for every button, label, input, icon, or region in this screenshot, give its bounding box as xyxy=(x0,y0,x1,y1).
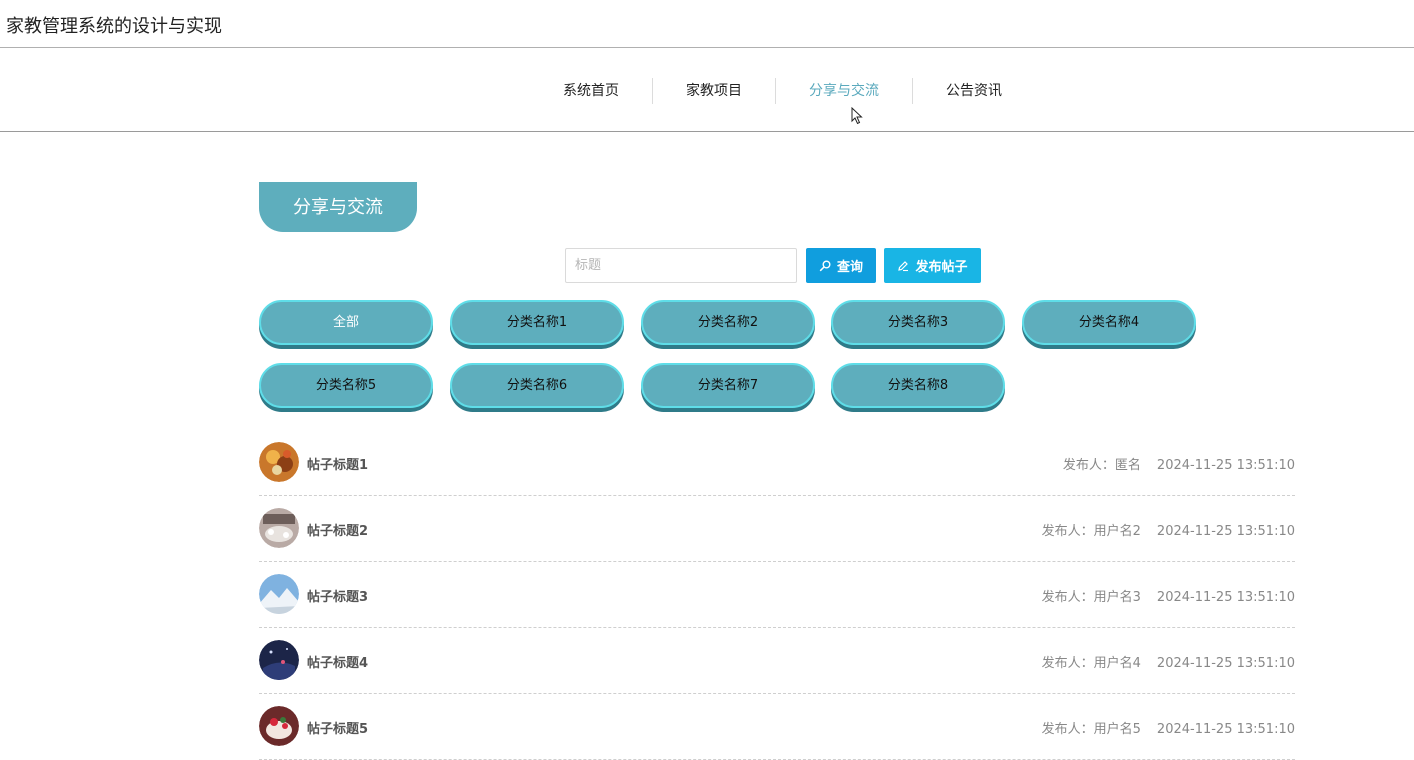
author-prefix: 发布人： xyxy=(1041,722,1094,737)
nav-item-share-exchange[interactable]: 分享与交流 xyxy=(776,77,913,104)
post-row[interactable]: 帖子标题3 发布人：用户名3 2024-11-25 13:51:10 xyxy=(259,562,1295,628)
post-title[interactable]: 帖子标题5 xyxy=(307,718,368,737)
post-meta: 发布人：用户名2 2024-11-25 13:51:10 xyxy=(1042,520,1295,539)
post-meta: 发布人：匿名 2024-11-25 13:51:10 xyxy=(1063,454,1295,473)
author-name: 匿名 xyxy=(1114,458,1141,473)
query-button[interactable]: 查询 xyxy=(806,248,876,283)
query-button-label: 查询 xyxy=(836,259,863,274)
post-author: 发布人：用户名4 xyxy=(1042,656,1141,671)
publish-post-label: 发布帖子 xyxy=(915,259,968,274)
author-name: 用户名2 xyxy=(1093,524,1141,539)
author-name: 用户名5 xyxy=(1093,722,1141,737)
cake-photo-icon xyxy=(259,706,299,746)
edit-pen-icon xyxy=(898,260,909,271)
author-prefix: 发布人： xyxy=(1041,656,1094,671)
post-author: 发布人：用户名5 xyxy=(1042,722,1141,737)
category-all-button[interactable]: 全部 xyxy=(259,300,433,345)
post-row[interactable]: 帖子标题2 发布人：用户名2 2024-11-25 13:51:10 xyxy=(259,496,1295,562)
author-name: 用户名4 xyxy=(1093,656,1141,671)
category-button-4[interactable]: 分类名称4 xyxy=(1022,300,1196,345)
post-time: 2024-11-25 13:51:10 xyxy=(1156,458,1295,473)
snow-mountain-photo-icon xyxy=(259,574,299,614)
food-photo-icon xyxy=(259,442,299,482)
nav-item-tutoring-projects[interactable]: 家教项目 xyxy=(653,77,776,104)
post-time: 2024-11-25 13:51:10 xyxy=(1156,590,1295,605)
dining-photo-icon xyxy=(259,508,299,548)
category-button-1[interactable]: 分类名称1 xyxy=(450,300,624,345)
post-author: 发布人：匿名 xyxy=(1063,458,1141,473)
site-title: 家教管理系统的设计与实现 xyxy=(6,16,222,37)
category-button-7[interactable]: 分类名称7 xyxy=(641,363,815,408)
author-prefix: 发布人： xyxy=(1041,524,1094,539)
search-icon xyxy=(819,260,831,271)
post-author: 发布人：用户名2 xyxy=(1042,524,1141,539)
nav-item-announcements[interactable]: 公告资讯 xyxy=(913,78,1035,104)
nav-items: 系统首页 家教项目 分享与交流 公告资讯 xyxy=(530,49,1035,132)
publish-post-button[interactable]: 发布帖子 xyxy=(884,248,981,283)
post-row[interactable]: 帖子标题4 发布人：用户名4 2024-11-25 13:51:10 xyxy=(259,628,1295,694)
post-row[interactable]: 帖子标题5 发布人：用户名5 2024-11-25 13:51:10 xyxy=(259,694,1295,760)
night-scene-photo-icon xyxy=(259,640,299,680)
author-name: 用户名3 xyxy=(1093,590,1141,605)
category-button-2[interactable]: 分类名称2 xyxy=(641,300,815,345)
category-button-5[interactable]: 分类名称5 xyxy=(259,363,433,408)
post-title[interactable]: 帖子标题2 xyxy=(307,520,368,539)
section-title-tab: 分享与交流 xyxy=(259,182,417,232)
post-meta: 发布人：用户名5 2024-11-25 13:51:10 xyxy=(1042,718,1295,737)
post-time: 2024-11-25 13:51:10 xyxy=(1156,656,1295,671)
top-header: 家教管理系统的设计与实现 xyxy=(0,0,1414,48)
main-nav: 系统首页 家教项目 分享与交流 公告资讯 xyxy=(0,49,1414,132)
post-time: 2024-11-25 13:51:10 xyxy=(1156,524,1295,539)
post-meta: 发布人：用户名3 2024-11-25 13:51:10 xyxy=(1042,586,1295,605)
post-title[interactable]: 帖子标题3 xyxy=(307,586,368,605)
nav-item-home[interactable]: 系统首页 xyxy=(530,77,653,104)
post-meta: 发布人：用户名4 2024-11-25 13:51:10 xyxy=(1042,652,1295,671)
post-row[interactable]: 帖子标题1 发布人：匿名 2024-11-25 13:51:10 xyxy=(259,430,1295,496)
category-button-8[interactable]: 分类名称8 xyxy=(831,363,1005,408)
post-time: 2024-11-25 13:51:10 xyxy=(1156,722,1295,737)
title-search-input[interactable] xyxy=(565,248,797,283)
post-title[interactable]: 帖子标题1 xyxy=(307,454,368,473)
category-button-6[interactable]: 分类名称6 xyxy=(450,363,624,408)
post-title[interactable]: 帖子标题4 xyxy=(307,652,368,671)
author-prefix: 发布人： xyxy=(1062,458,1115,473)
category-button-3[interactable]: 分类名称3 xyxy=(831,300,1005,345)
mouse-cursor-icon xyxy=(851,107,863,125)
post-author: 发布人：用户名3 xyxy=(1042,590,1141,605)
author-prefix: 发布人： xyxy=(1041,590,1094,605)
